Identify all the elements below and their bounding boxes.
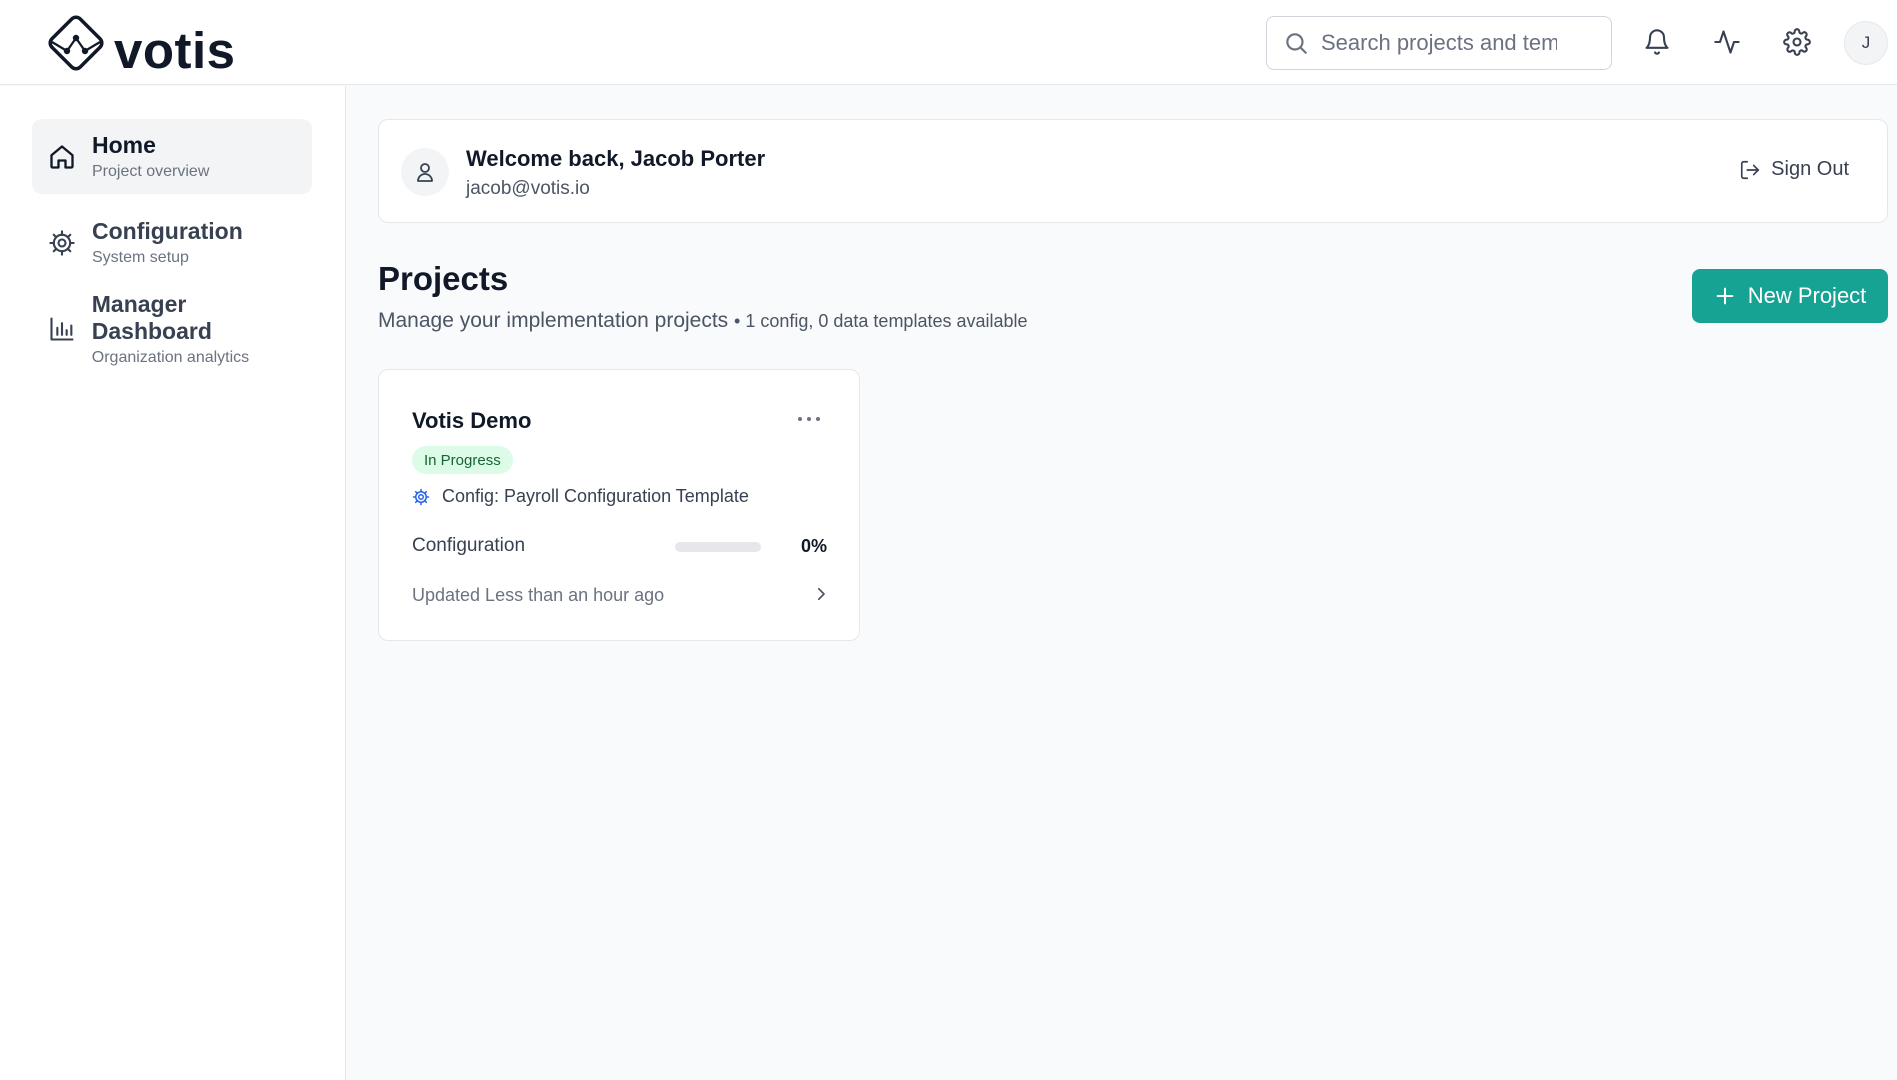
progress-percent: 0% bbox=[800, 536, 827, 556]
gear-icon bbox=[49, 229, 75, 256]
new-project-button[interactable]: New Project bbox=[1692, 269, 1888, 323]
sidebar-item-sublabel: Organization analytics bbox=[91, 348, 250, 366]
search-box[interactable] bbox=[1266, 16, 1612, 70]
notifications-button[interactable] bbox=[1637, 22, 1677, 62]
plus-icon bbox=[1716, 287, 1734, 305]
logout-icon bbox=[1741, 160, 1760, 179]
project-card[interactable]: Votis Demo In Progress Config: Payroll C… bbox=[378, 369, 860, 641]
more-options-button[interactable] bbox=[791, 406, 827, 432]
bar-chart-icon bbox=[50, 316, 74, 341]
project-config: Config: Payroll Configuration Template bbox=[412, 486, 749, 507]
sidebar-item-home[interactable]: Home Project overview bbox=[32, 119, 312, 194]
welcome-card: Welcome back, Jacob Porter jacob@votis.i… bbox=[378, 119, 1888, 223]
project-name: Votis Demo bbox=[412, 408, 532, 433]
progress-bar bbox=[675, 542, 761, 552]
sign-out-label: Sign Out bbox=[1771, 158, 1849, 180]
sidebar-item-sublabel: Project overview bbox=[92, 163, 210, 180]
sidebar-item-sublabel: System setup bbox=[92, 249, 189, 266]
sidebar-item-label: Manager Dashboard bbox=[91, 290, 212, 344]
user-email: jacob@votis.io bbox=[466, 178, 590, 199]
project-config-label: Config: Payroll Configuration Template bbox=[442, 486, 749, 506]
chevron-right-icon bbox=[817, 587, 825, 601]
sidebar: Home Project overview Configuration Syst… bbox=[0, 86, 346, 1080]
more-horizontal-icon bbox=[798, 417, 820, 421]
sidebar-item-manager-dashboard[interactable]: Manager Dashboard Organization analytics bbox=[32, 291, 312, 366]
user-icon-wrapper bbox=[401, 148, 449, 196]
page-subtitle-text: Manage your implementation projects bbox=[378, 309, 729, 332]
brand-logo[interactable]: votis bbox=[42, 5, 236, 80]
gear-icon bbox=[1783, 28, 1811, 56]
user-avatar[interactable]: J bbox=[1844, 21, 1888, 65]
sign-out-button[interactable]: Sign Out bbox=[1739, 158, 1849, 181]
new-project-label: New Project bbox=[1747, 283, 1867, 308]
sidebar-item-label: Home bbox=[92, 132, 156, 158]
user-icon bbox=[417, 163, 433, 182]
search-input[interactable] bbox=[1321, 30, 1557, 56]
sidebar-item-label: Configuration bbox=[92, 218, 243, 244]
sidebar-item-configuration[interactable]: Configuration System setup bbox=[32, 205, 312, 280]
search-icon bbox=[1286, 33, 1307, 54]
logo-icon bbox=[48, 14, 104, 71]
project-updated: Updated Less than an hour ago bbox=[412, 585, 665, 605]
progress-label: Configuration bbox=[412, 535, 526, 556]
activity-icon bbox=[1714, 30, 1740, 54]
open-project-button[interactable] bbox=[809, 582, 833, 606]
status-badge: In Progress bbox=[412, 446, 513, 474]
activity-button[interactable] bbox=[1707, 22, 1747, 62]
page-subtitle-meta: • 1 config, 0 data templates available bbox=[734, 311, 1028, 331]
settings-button[interactable] bbox=[1777, 22, 1817, 62]
config-gear-icon bbox=[412, 488, 430, 505]
avatar-initial: J bbox=[1861, 33, 1871, 52]
welcome-greeting: Welcome back, Jacob Porter bbox=[466, 146, 766, 171]
bell-icon bbox=[1645, 29, 1669, 55]
brand-name: votis bbox=[114, 22, 236, 79]
page-title: Projects bbox=[378, 260, 509, 297]
top-bar: votis J bbox=[0, 0, 1897, 85]
home-icon bbox=[50, 144, 74, 169]
page-subtitle: Manage your implementation projects • 1 … bbox=[378, 309, 1028, 333]
